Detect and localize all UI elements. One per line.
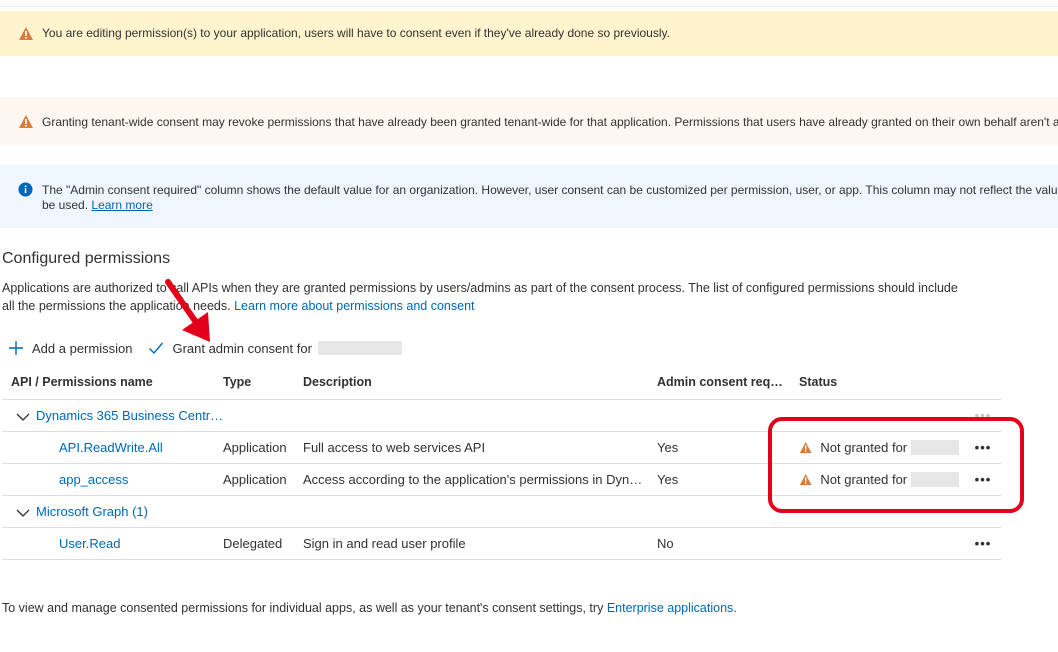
permission-description: Sign in and read user profile — [303, 536, 466, 551]
permission-name-link[interactable]: User.Read — [59, 528, 219, 559]
group-row-dynamics[interactable]: Dynamics 365 Business Central (2) ••• — [2, 400, 1001, 432]
section-description: Applications are authorized to call APIs… — [2, 281, 958, 313]
admin-consent-value: Yes — [657, 440, 679, 455]
checkmark-icon — [149, 342, 164, 355]
permission-description: Full access to web services API — [303, 440, 486, 455]
group-label[interactable]: Microsoft Graph (1) — [36, 504, 148, 519]
table-header: API / Permissions name Type Description … — [2, 368, 1001, 400]
footer-text: To view and manage consented permissions… — [2, 601, 737, 615]
permissions-toolbar: Add a permission Grant admin consent for — [8, 337, 418, 359]
column-header-admin-consent[interactable]: Admin consent requ... — [657, 368, 787, 399]
table-row: API.ReadWrite.All Application Full acces… — [2, 432, 1001, 464]
info-text-line2: be used. Learn more — [42, 198, 153, 212]
column-header-name[interactable]: API / Permissions name — [11, 368, 211, 399]
permission-description: Access according to the application's pe… — [303, 472, 645, 487]
column-header-status[interactable]: Status — [799, 368, 959, 399]
chevron-down-icon[interactable] — [16, 412, 30, 422]
warning-icon — [18, 26, 34, 44]
status-cell — [799, 528, 959, 559]
tenant-consent-warning-text: Granting tenant-wide consent may revoke … — [42, 115, 1058, 129]
more-options-icon[interactable]: ••• — [969, 464, 997, 495]
info-icon — [18, 182, 33, 200]
permission-type: Delegated — [223, 536, 283, 551]
more-options-icon[interactable]: ••• — [969, 400, 997, 431]
redacted-tenant-name — [911, 440, 959, 455]
info-text-line1: The "Admin consent required" column show… — [42, 183, 1058, 197]
status-text: Not granted for — [820, 440, 908, 455]
permission-name-link[interactable]: API.ReadWrite.All — [59, 432, 219, 463]
permission-type: Application — [223, 440, 287, 455]
status-cell: Not granted for — [799, 432, 959, 463]
permissions-consent-link[interactable]: Learn more about permissions and consent — [234, 299, 474, 313]
warning-icon — [799, 442, 812, 453]
more-options-icon[interactable]: ••• — [969, 528, 997, 559]
admin-consent-value: Yes — [657, 472, 679, 487]
top-divider — [0, 6, 1058, 7]
permission-type: Application — [223, 472, 287, 487]
admin-consent-info-banner: The "Admin consent required" column show… — [0, 165, 1058, 228]
tenant-consent-warning-banner: Granting tenant-wide consent may revoke … — [0, 97, 1058, 145]
add-permission-button[interactable]: Add a permission — [8, 340, 132, 356]
status-text: Not granted for — [820, 472, 908, 487]
learn-more-link[interactable]: Learn more — [91, 198, 152, 212]
more-options-icon[interactable]: ••• — [969, 432, 997, 463]
table-row: app_access Application Access according … — [2, 464, 1001, 496]
group-label[interactable]: Dynamics 365 Business Central (2) — [36, 408, 226, 423]
column-header-description[interactable]: Description — [303, 368, 645, 399]
redacted-tenant-name — [317, 341, 402, 355]
warning-icon — [18, 114, 34, 132]
grant-admin-consent-button[interactable]: Grant admin consent for — [148, 340, 402, 356]
table-row: User.Read Delegated Sign in and read use… — [2, 528, 1001, 560]
permissions-table: API / Permissions name Type Description … — [2, 368, 1001, 560]
section-title: Configured permissions — [2, 250, 171, 267]
editing-warning-banner: You are editing permission(s) to your ap… — [0, 11, 1058, 56]
chevron-down-icon[interactable] — [16, 508, 30, 518]
editing-warning-text: You are editing permission(s) to your ap… — [42, 26, 670, 40]
status-cell: Not granted for — [799, 464, 959, 495]
column-header-type[interactable]: Type — [223, 368, 298, 399]
permission-name-link[interactable]: app_access — [59, 464, 219, 495]
group-row-microsoft-graph[interactable]: Microsoft Graph (1) — [2, 496, 1001, 528]
warning-icon — [799, 474, 812, 485]
plus-icon — [9, 341, 23, 355]
enterprise-applications-link[interactable]: Enterprise applications — [607, 601, 733, 615]
redacted-tenant-name — [911, 472, 959, 487]
admin-consent-value: No — [657, 536, 674, 551]
